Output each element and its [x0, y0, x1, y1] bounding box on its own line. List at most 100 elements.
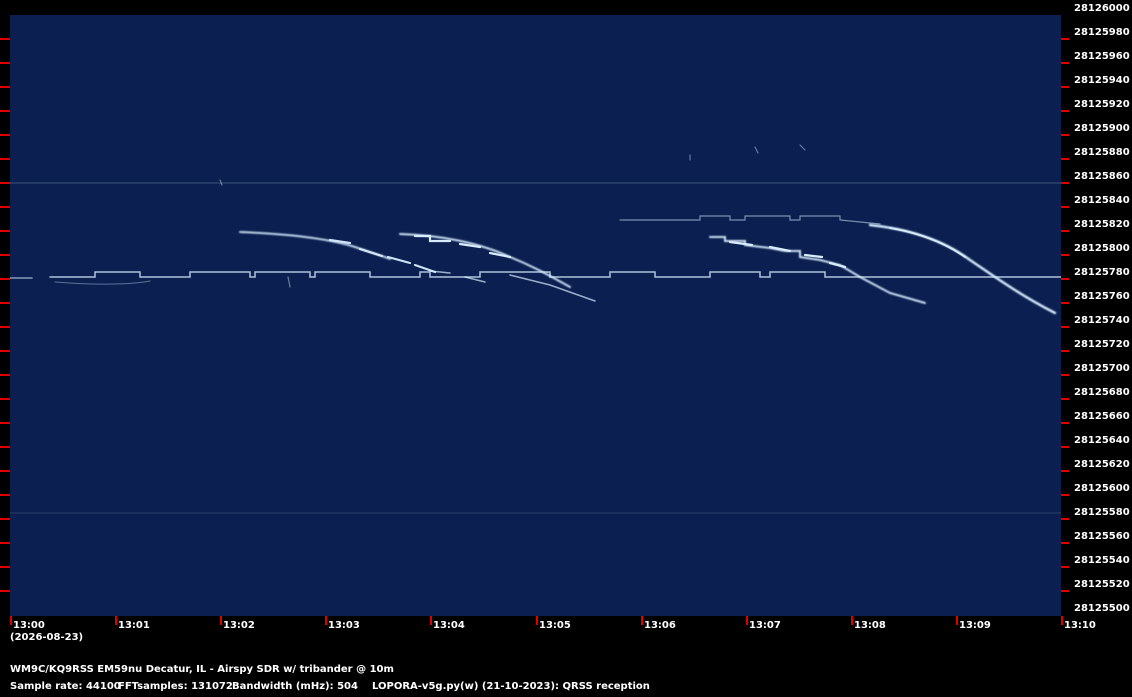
- signal-trace: [239, 231, 391, 260]
- frequency-tick: [1061, 206, 1069, 208]
- frequency-tick: [1061, 494, 1069, 496]
- frequency-label: 28125540: [1074, 555, 1130, 566]
- frequency-label: 28125960: [1074, 51, 1130, 62]
- frequency-label: 28126000: [1074, 3, 1130, 14]
- time-tick: [10, 616, 12, 625]
- frequency-tick: [0, 110, 10, 112]
- time-tick: [430, 616, 432, 625]
- frequency-tick: [0, 254, 10, 256]
- bandwidth: Bandwidth (mHz): 504: [232, 681, 358, 692]
- frequency-label: 28125820: [1074, 219, 1130, 230]
- station-info: WM9C/KQ9RSS EM59nu Decatur, IL - Airspy …: [10, 664, 394, 675]
- frequency-tick: [1061, 374, 1069, 376]
- frequency-label: 28125560: [1074, 531, 1130, 542]
- frequency-tick: [0, 326, 10, 328]
- time-tick: [220, 616, 222, 625]
- frequency-label: 28125780: [1074, 267, 1130, 278]
- time-label: 13:02: [223, 620, 255, 631]
- date-label: (2026-08-23): [10, 632, 84, 643]
- frequency-tick: [0, 302, 10, 304]
- frequency-tick: [1061, 38, 1069, 40]
- frequency-label: 28125840: [1074, 195, 1130, 206]
- time-label: 13:06: [644, 620, 676, 631]
- frequency-tick: [1061, 134, 1069, 136]
- frequency-tick: [0, 374, 10, 376]
- signal-trace: [54, 280, 151, 285]
- frequency-tick: [0, 86, 10, 88]
- frequency-tick: [0, 62, 10, 64]
- frequency-label: 28125520: [1074, 579, 1130, 590]
- frequency-tick: [1061, 302, 1069, 304]
- signal-trace: [399, 233, 571, 288]
- frequency-tick: [1061, 86, 1069, 88]
- frequency-tick: [0, 470, 10, 472]
- frequency-label: 28125660: [1074, 411, 1130, 422]
- signal-trace: [868, 223, 1057, 315]
- frequency-label: 28125920: [1074, 99, 1130, 110]
- frequency-label: 28125720: [1074, 339, 1130, 350]
- frequency-tick: [0, 206, 10, 208]
- time-label: 13:09: [959, 620, 991, 631]
- frequency-tick: [1061, 158, 1069, 160]
- frequency-tick: [0, 182, 10, 184]
- frequency-tick: [1061, 422, 1069, 424]
- frequency-tick: [0, 350, 10, 352]
- time-label: 13:05: [539, 620, 571, 631]
- frequency-label: 28125620: [1074, 459, 1130, 470]
- frequency-label: 28125860: [1074, 171, 1130, 182]
- frequency-tick: [1061, 518, 1069, 520]
- carrier-trace: [49, 271, 1061, 278]
- frequency-tick: [1061, 230, 1069, 232]
- time-tick: [956, 616, 958, 625]
- frequency-label: 28125580: [1074, 507, 1130, 518]
- frequency-tick: [1061, 590, 1069, 592]
- sample-rate: Sample rate: 44100: [10, 681, 121, 692]
- frequency-tick: [0, 398, 10, 400]
- frequency-tick: [0, 590, 10, 592]
- frequency-tick: [1061, 254, 1069, 256]
- software-version: LOPORA-v5g.py(w) (21-10-2023): QRSS rece…: [372, 681, 650, 692]
- frequency-tick: [0, 494, 10, 496]
- frequency-tick: [0, 278, 10, 280]
- waterfall-plot: [10, 15, 1061, 616]
- frequency-tick: [1061, 446, 1069, 448]
- frequency-tick: [1061, 278, 1069, 280]
- frequency-label: 28125700: [1074, 363, 1130, 374]
- time-label: 13:00: [13, 620, 45, 631]
- frequency-label: 28125740: [1074, 315, 1130, 326]
- time-label: 13:08: [854, 620, 886, 631]
- time-tick: [536, 616, 538, 625]
- frequency-tick: [0, 230, 10, 232]
- frequency-label: 28125940: [1074, 75, 1130, 86]
- frequency-tick: [0, 566, 10, 568]
- frequency-tick: [0, 38, 10, 40]
- frequency-tick: [1061, 350, 1069, 352]
- time-tick: [746, 616, 748, 625]
- frequency-tick: [0, 518, 10, 520]
- waterfall-traces: [10, 144, 1061, 514]
- signal-trace: [889, 227, 966, 258]
- frequency-tick: [0, 446, 10, 448]
- frequency-tick: [1061, 326, 1069, 328]
- frequency-tick: [1061, 566, 1069, 568]
- frequency-label: 28125760: [1074, 291, 1130, 302]
- time-label: 13:01: [118, 620, 150, 631]
- time-tick: [851, 616, 853, 625]
- time-label: 13:07: [749, 620, 781, 631]
- frequency-label: 28125800: [1074, 243, 1130, 254]
- fsk-trace: [619, 215, 881, 225]
- frequency-tick: [0, 542, 10, 544]
- frequency-tick: [0, 134, 10, 136]
- time-tick: [641, 616, 643, 625]
- time-label: 13:04: [433, 620, 465, 631]
- frequency-label: 28125900: [1074, 123, 1130, 134]
- frequency-tick: [1061, 62, 1069, 64]
- frequency-tick: [1061, 110, 1069, 112]
- frequency-tick: [1061, 398, 1069, 400]
- frequency-label: 28125880: [1074, 147, 1130, 158]
- time-label: 13:03: [328, 620, 360, 631]
- frequency-tick: [1061, 470, 1069, 472]
- time-tick: [115, 616, 117, 625]
- frequency-label: 28125500: [1074, 603, 1130, 614]
- time-label: 13:10: [1064, 620, 1096, 631]
